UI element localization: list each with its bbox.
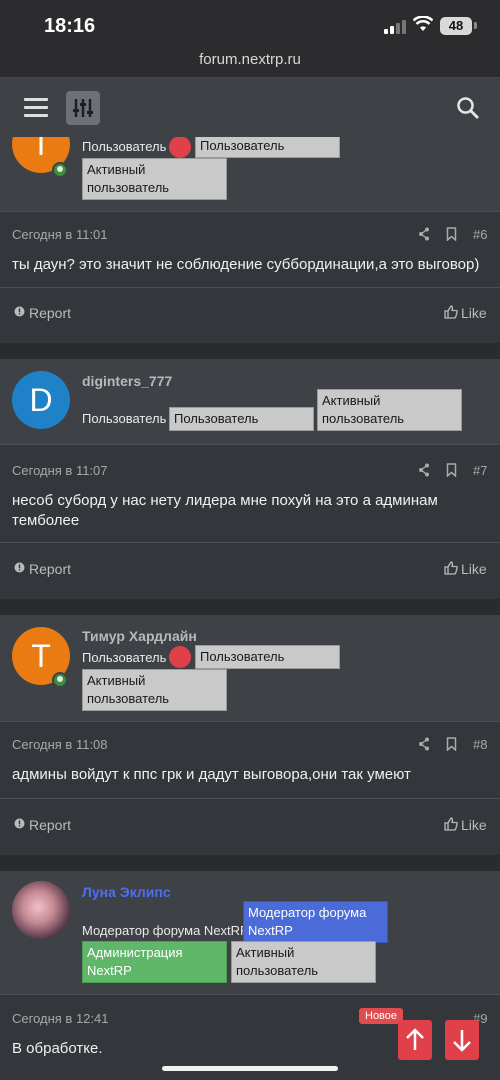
user-title: Пользователь xyxy=(82,411,167,426)
post-number[interactable]: #6 xyxy=(473,227,487,242)
user-badge: Активный пользователь xyxy=(231,941,376,983)
post-message: ты даун? это значит не соблюдение суббор… xyxy=(12,256,480,273)
avatar[interactable]: D xyxy=(12,371,70,429)
user-badge: Пользователь xyxy=(169,407,314,431)
scroll-down-icon[interactable] xyxy=(445,1020,479,1060)
user-badge: Администрация NextRP xyxy=(82,941,227,983)
report-button[interactable]: Report xyxy=(29,305,71,321)
user-badge: Активный пользователь xyxy=(82,158,227,200)
post: T Тимур Хардлайн Пользователь Пользовате… xyxy=(0,615,500,855)
report-button[interactable]: Report xyxy=(29,561,71,577)
hamburger-icon[interactable] xyxy=(24,98,48,118)
battery-icon: 48 xyxy=(440,17,472,35)
scroll-up-icon[interactable] xyxy=(398,1020,432,1060)
like-button[interactable]: Like xyxy=(461,561,487,577)
share-icon[interactable] xyxy=(418,737,430,751)
user-title: Модератор форума NextRP xyxy=(82,923,249,938)
clock: 18:16 xyxy=(44,15,96,37)
filter-icon[interactable] xyxy=(66,91,100,125)
like-icon xyxy=(444,817,458,831)
search-icon[interactable] xyxy=(456,96,480,120)
status-bar: 18:16 48 xyxy=(0,0,500,50)
like-icon xyxy=(444,305,458,319)
user-badge: Модератор форума NextRP xyxy=(243,901,388,943)
new-badge: Новое xyxy=(359,1008,404,1024)
user-title: Пользователь xyxy=(82,139,167,154)
thread-content: T Пользователь Пользователь Активный пол… xyxy=(0,137,500,1080)
online-indicator xyxy=(52,672,68,688)
role-icon xyxy=(169,137,191,158)
post-message: админы войдут к ппс грк и дадут выговора… xyxy=(12,766,411,783)
post: T Пользователь Пользователь Активный пол… xyxy=(0,137,500,343)
bookmark-icon[interactable] xyxy=(446,227,457,241)
post-message: несоб суборд у нас нету лидера мне похуй… xyxy=(12,492,438,529)
user-badge: Пользователь xyxy=(195,645,340,669)
bookmark-icon[interactable] xyxy=(446,737,457,751)
username[interactable]: Тимур Хардлайн xyxy=(82,628,197,644)
avatar[interactable] xyxy=(12,881,70,939)
bookmark-icon[interactable] xyxy=(446,463,457,477)
home-indicator[interactable] xyxy=(162,1066,338,1071)
report-icon xyxy=(14,562,25,573)
username[interactable]: diginters_777 xyxy=(82,373,172,389)
post-number[interactable]: #7 xyxy=(473,463,487,478)
url-bar[interactable]: forum.nextrp.ru xyxy=(0,50,500,76)
like-icon xyxy=(444,561,458,575)
report-icon xyxy=(14,306,25,317)
username[interactable]: Луна Эклипс xyxy=(82,884,171,900)
like-button[interactable]: Like xyxy=(461,817,487,833)
post-number[interactable]: #8 xyxy=(473,737,487,752)
online-indicator xyxy=(52,162,68,178)
post: D diginters_777 Пользователь Пользовател… xyxy=(0,359,500,599)
post-date[interactable]: Сегодня в 11:08 xyxy=(12,737,108,752)
wifi-icon xyxy=(413,16,433,31)
share-icon[interactable] xyxy=(418,463,430,477)
user-badge: Активный пользователь xyxy=(317,389,462,431)
cellular-signal-icon xyxy=(384,20,406,34)
post-date[interactable]: Сегодня в 11:01 xyxy=(12,227,108,242)
post-date[interactable]: Сегодня в 11:07 xyxy=(12,463,108,478)
like-button[interactable]: Like xyxy=(461,305,487,321)
user-badge: Активный пользователь xyxy=(82,669,227,711)
report-button[interactable]: Report xyxy=(29,817,71,833)
report-icon xyxy=(14,818,25,829)
forum-navbar xyxy=(0,77,500,137)
role-icon xyxy=(169,646,191,668)
share-icon[interactable] xyxy=(418,227,430,241)
user-badge: Пользователь xyxy=(195,137,340,158)
user-title: Пользователь xyxy=(82,650,167,665)
post-date[interactable]: Сегодня в 12:41 xyxy=(12,1011,108,1026)
